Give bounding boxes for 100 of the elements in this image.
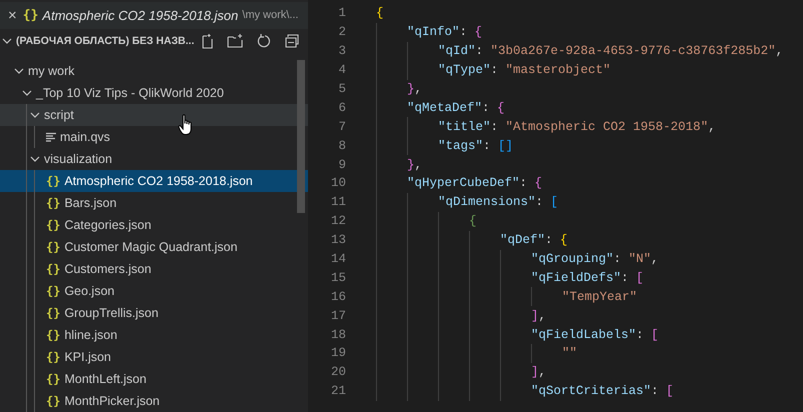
line-number: 12 bbox=[330, 214, 346, 228]
code-key: "tags" bbox=[438, 138, 484, 153]
code-bracket: ] bbox=[531, 308, 539, 323]
tree-item[interactable]: {} Customers.json bbox=[0, 258, 308, 280]
code-punctuation: , bbox=[651, 252, 659, 266]
tree-item[interactable]: _Top 10 Viz Tips - QlikWorld 2020 bbox=[0, 82, 308, 104]
tree-item[interactable]: {} Geo.json bbox=[0, 280, 308, 302]
tree-item[interactable]: {} hline.json bbox=[0, 324, 308, 346]
open-editor-path: \my work\... bbox=[242, 9, 298, 22]
chevron-down-icon[interactable] bbox=[2, 36, 12, 46]
code-punctuation: : bbox=[476, 44, 484, 58]
line-number: 8 bbox=[337, 138, 346, 153]
code-punctuation: : bbox=[490, 63, 500, 78]
line-number: 10 bbox=[330, 176, 346, 190]
tree-item[interactable]: {} GroupTrellis.json bbox=[0, 302, 308, 324]
code-bracket: { bbox=[497, 100, 505, 115]
code-punctuation: : bbox=[520, 176, 528, 190]
tree-item[interactable]: {} MonthLeft.json bbox=[0, 368, 308, 390]
lines-file-icon bbox=[46, 132, 56, 142]
tree-item-label: hline.json bbox=[64, 328, 118, 342]
json-file-icon: {} bbox=[46, 240, 60, 254]
code-key: "qHyperCubeDef" bbox=[407, 176, 520, 190]
code-key: "qInfo" bbox=[407, 25, 460, 40]
code-key: "qFieldLabels" bbox=[531, 328, 636, 342]
chevron-down-icon[interactable] bbox=[30, 110, 40, 120]
code-punctuation: , bbox=[414, 82, 422, 96]
code-bracket: { bbox=[534, 176, 542, 190]
code-punctuation: , bbox=[414, 158, 422, 172]
tree-item-label: Geo.json bbox=[64, 284, 114, 298]
code-punctuation: , bbox=[776, 44, 784, 58]
tree-item[interactable]: {} Customer Magic Quadrant.json bbox=[0, 236, 308, 258]
code-bracket: { bbox=[474, 25, 482, 40]
json-file-icon: {} bbox=[46, 218, 60, 232]
tree-item[interactable]: {} Categories.json bbox=[0, 214, 308, 236]
json-file-icon: {} bbox=[46, 196, 60, 210]
code-key: "qDef" bbox=[500, 233, 546, 248]
json-file-icon: {} bbox=[46, 328, 60, 342]
code-bracket: } bbox=[407, 158, 415, 172]
code-punctuation: : bbox=[614, 252, 622, 266]
code-punctuation: : bbox=[636, 328, 645, 342]
hand-cursor-icon bbox=[178, 114, 194, 136]
code-punctuation: : bbox=[490, 120, 500, 134]
tree-item[interactable]: {} Bars.json bbox=[0, 192, 308, 214]
chevron-down-icon[interactable] bbox=[14, 66, 24, 76]
line-number: 14 bbox=[330, 252, 346, 266]
open-editor-name: Atmospheric CO2 1958-2018.json bbox=[42, 8, 238, 23]
code-key: "qSortCriterias" bbox=[531, 384, 652, 398]
new-folder-icon[interactable] bbox=[227, 33, 244, 50]
chevron-down-icon[interactable] bbox=[30, 154, 40, 164]
line-number: 18 bbox=[330, 328, 346, 342]
tree-item[interactable]: {} KPI.json bbox=[0, 346, 308, 368]
code-key: "qId" bbox=[438, 44, 476, 58]
code-bracket: { bbox=[376, 6, 384, 20]
line-number: 16 bbox=[330, 290, 346, 304]
line-number: 21 bbox=[330, 384, 346, 398]
tree-item-label: Customer Magic Quadrant.json bbox=[64, 240, 238, 254]
tree-item-label: visualization bbox=[44, 152, 112, 166]
code-key: "qType" bbox=[438, 63, 491, 78]
workspace-title: (РАБОЧАЯ ОБЛАСТЬ) БЕЗ НАЗВ... bbox=[16, 35, 194, 48]
tree-item[interactable]: {} MonthPicker.json bbox=[0, 390, 308, 412]
tree-item-label: Customers.json bbox=[64, 262, 152, 276]
tree-item-label: _Top 10 Viz Tips - QlikWorld 2020 bbox=[36, 86, 224, 100]
tree-item-label: main.qvs bbox=[60, 130, 110, 144]
code-bracket: } bbox=[407, 82, 415, 96]
code-string: "3b0a267e-928a-4653-9776-c38763f285b2" bbox=[490, 44, 776, 58]
tree-item[interactable]: script bbox=[0, 104, 308, 126]
code-punctuation: : bbox=[536, 195, 544, 210]
close-button[interactable]: × bbox=[6, 8, 19, 23]
tree-item-label: Bars.json bbox=[64, 196, 117, 210]
code-key: "qGrouping" bbox=[531, 252, 614, 266]
tree-item-label: Categories.json bbox=[64, 218, 152, 232]
code-punctuation: : bbox=[621, 270, 630, 285]
line-number: 19 bbox=[330, 346, 346, 360]
json-file-icon: {} bbox=[46, 306, 60, 320]
code-punctuation: : bbox=[483, 138, 492, 153]
tree-item-label: Atmospheric CO2 1958-2018.json bbox=[64, 174, 253, 188]
code-key: "qDimensions" bbox=[438, 195, 536, 210]
code-bracket: [ bbox=[666, 384, 674, 398]
code-string: "N" bbox=[628, 252, 652, 266]
open-editor-item[interactable]: × {} Atmospheric CO2 1958-2018.json \my work\... bbox=[0, 2, 308, 29]
code-punctuation: , bbox=[538, 365, 546, 380]
tree-item[interactable]: main.qvs bbox=[0, 126, 308, 148]
code-bracket: [ bbox=[636, 270, 644, 285]
line-number: 15 bbox=[330, 270, 346, 285]
json-file-icon: {} bbox=[46, 174, 60, 188]
code-bracket: { bbox=[469, 214, 477, 228]
refresh-icon[interactable] bbox=[256, 33, 272, 50]
code-bracket: { bbox=[560, 233, 568, 248]
tree-item-label: GroupTrellis.json bbox=[64, 306, 158, 320]
code-punctuation: : bbox=[460, 25, 468, 40]
line-number: 20 bbox=[330, 365, 346, 380]
tree-item[interactable]: {} Atmospheric CO2 1958-2018.json bbox=[0, 170, 308, 192]
collapse-all-icon[interactable] bbox=[284, 33, 300, 50]
scrollbar[interactable] bbox=[297, 60, 305, 213]
line-number: 2 bbox=[337, 25, 346, 40]
tree-item[interactable]: my work bbox=[0, 60, 308, 82]
code-key: "qMetaDef" bbox=[407, 100, 482, 115]
code-string: "masterobject" bbox=[506, 63, 611, 78]
chevron-down-icon[interactable] bbox=[22, 88, 32, 98]
code-string: "" bbox=[562, 346, 578, 360]
